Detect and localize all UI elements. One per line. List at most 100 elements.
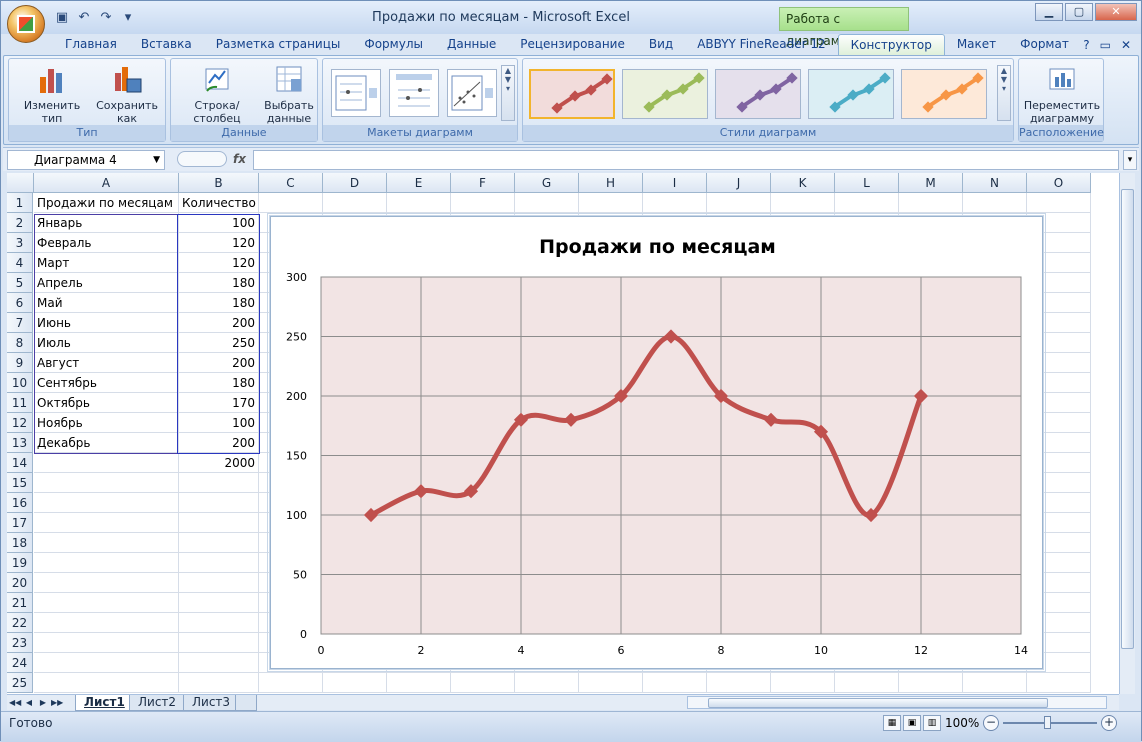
row-header-3[interactable]: 3 <box>7 233 33 253</box>
tab-8[interactable]: Конструктор <box>837 34 945 55</box>
cell-B10[interactable]: 180 <box>179 373 259 393</box>
cell-K1[interactable] <box>771 193 835 213</box>
cell-I25[interactable] <box>643 673 707 693</box>
cell-A7[interactable]: Июнь <box>34 313 179 333</box>
cell-M25[interactable] <box>899 673 963 693</box>
cell-A15[interactable] <box>34 473 179 493</box>
tab-5[interactable]: Рецензирование <box>508 34 637 55</box>
cell-B11[interactable]: 170 <box>179 393 259 413</box>
worksheet-grid[interactable]: A B C D E F G H I J K L M N O 1 Продажи по месяцам Количе… <box>7 173 1119 694</box>
column-header-A[interactable]: A <box>34 173 179 193</box>
cell-A10[interactable]: Сентябрь <box>34 373 179 393</box>
cell-O1[interactable] <box>1027 193 1091 213</box>
cell-A11[interactable]: Октябрь <box>34 393 179 413</box>
row-header-10[interactable]: 10 <box>7 373 33 393</box>
cell-D1[interactable] <box>323 193 387 213</box>
column-header-C[interactable]: C <box>259 173 323 193</box>
cell-L1[interactable] <box>835 193 899 213</box>
cell-A2[interactable]: Январь <box>34 213 179 233</box>
row-header-23[interactable]: 23 <box>7 633 33 653</box>
cell-B19[interactable] <box>179 553 259 573</box>
tab-4[interactable]: Данные <box>435 34 508 55</box>
prev-sheet-icon[interactable]: ◀ <box>23 696 35 709</box>
tab-10[interactable]: Формат <box>1008 34 1081 55</box>
cell-G1[interactable] <box>515 193 579 213</box>
row-header-5[interactable]: 5 <box>7 273 33 293</box>
cell-B25[interactable] <box>179 673 259 693</box>
cell-B14[interactable]: 2000 <box>179 453 259 473</box>
sheet-tab-3[interactable]: Лист3 <box>183 695 240 711</box>
cell-B15[interactable] <box>179 473 259 493</box>
select-data-button[interactable]: Выбрать данные <box>263 63 315 125</box>
cell-B7[interactable]: 200 <box>179 313 259 333</box>
cell-A19[interactable] <box>34 553 179 573</box>
chart-object[interactable]: Продажи по месяцам 0 50 100 150 200 250 300 0 2 4 6… <box>267 213 1046 672</box>
column-header-J[interactable]: J <box>707 173 771 193</box>
last-sheet-icon[interactable]: ▶▶ <box>51 696 63 709</box>
cell-H1[interactable] <box>579 193 643 213</box>
cell-N1[interactable] <box>963 193 1027 213</box>
chart-style-5[interactable] <box>901 69 987 119</box>
styles-scroll[interactable]: ▲ ▼ ▾ <box>997 65 1011 121</box>
cell-A13[interactable]: Декабрь <box>34 433 179 453</box>
cell-A12[interactable]: Ноябрь <box>34 413 179 433</box>
cell-B1[interactable]: Количество <box>179 193 259 213</box>
cell-A18[interactable] <box>34 533 179 553</box>
maximize-button[interactable]: ▢ <box>1065 3 1093 21</box>
switch-row-column-button[interactable]: Строка/столбец <box>175 63 259 125</box>
row-header-9[interactable]: 9 <box>7 353 33 373</box>
cell-E25[interactable] <box>387 673 451 693</box>
tab-2[interactable]: Разметка страницы <box>204 34 353 55</box>
tab-9[interactable]: Макет <box>945 34 1008 55</box>
cell-A9[interactable]: Август <box>34 353 179 373</box>
chart-layout-3[interactable] <box>447 69 497 117</box>
cell-B21[interactable] <box>179 593 259 613</box>
cell-B17[interactable] <box>179 513 259 533</box>
insert-sheet-icon[interactable] <box>235 695 257 711</box>
cell-B12[interactable]: 100 <box>179 413 259 433</box>
column-header-D[interactable]: D <box>323 173 387 193</box>
row-header-15[interactable]: 15 <box>7 473 33 493</box>
cell-O25[interactable] <box>1027 673 1091 693</box>
column-header-E[interactable]: E <box>387 173 451 193</box>
restore-doc-icon[interactable]: ▭ <box>1100 38 1111 52</box>
cell-A4[interactable]: Март <box>34 253 179 273</box>
cell-A23[interactable] <box>34 633 179 653</box>
cell-B20[interactable] <box>179 573 259 593</box>
row-header-20[interactable]: 20 <box>7 573 33 593</box>
save-icon[interactable]: ▣ <box>53 10 71 26</box>
cell-C1[interactable] <box>259 193 323 213</box>
chart-style-3[interactable] <box>715 69 801 119</box>
cell-B23[interactable] <box>179 633 259 653</box>
cell-A1[interactable]: Продажи по месяцам <box>34 193 179 213</box>
column-header-H[interactable]: H <box>579 173 643 193</box>
close-doc-icon[interactable]: ✕ <box>1121 38 1131 52</box>
chart-style-1[interactable] <box>529 69 615 119</box>
zoom-slider-thumb[interactable] <box>1044 716 1051 729</box>
layouts-scroll[interactable]: ▲ ▼ ▾ <box>501 65 515 121</box>
cell-A8[interactable]: Июль <box>34 333 179 353</box>
cell-A24[interactable] <box>34 653 179 673</box>
name-box[interactable]: Диаграмма 4 ▼ <box>7 150 165 170</box>
row-header-13[interactable]: 13 <box>7 433 33 453</box>
cell-J1[interactable] <box>707 193 771 213</box>
column-header-I[interactable]: I <box>643 173 707 193</box>
tab-0[interactable]: Главная <box>53 34 129 55</box>
row-header-6[interactable]: 6 <box>7 293 33 313</box>
cell-J25[interactable] <box>707 673 771 693</box>
move-chart-button[interactable]: Переместить диаграмму <box>1023 63 1101 125</box>
cell-A21[interactable] <box>34 593 179 613</box>
row-header-2[interactable]: 2 <box>7 213 33 233</box>
tab-1[interactable]: Вставка <box>129 34 204 55</box>
cell-B5[interactable]: 180 <box>179 273 259 293</box>
chart-layout-2[interactable] <box>389 69 439 117</box>
chart-layout-1[interactable] <box>331 69 381 117</box>
cell-M1[interactable] <box>899 193 963 213</box>
cell-I1[interactable] <box>643 193 707 213</box>
zoom-level[interactable]: 100% <box>945 716 979 730</box>
sheet-tab-1[interactable]: Лист1 <box>75 695 134 711</box>
cell-N25[interactable] <box>963 673 1027 693</box>
column-header-N[interactable]: N <box>963 173 1027 193</box>
horizontal-scroll-thumb[interactable] <box>708 698 1048 708</box>
zoom-in-button[interactable]: + <box>1101 715 1117 731</box>
